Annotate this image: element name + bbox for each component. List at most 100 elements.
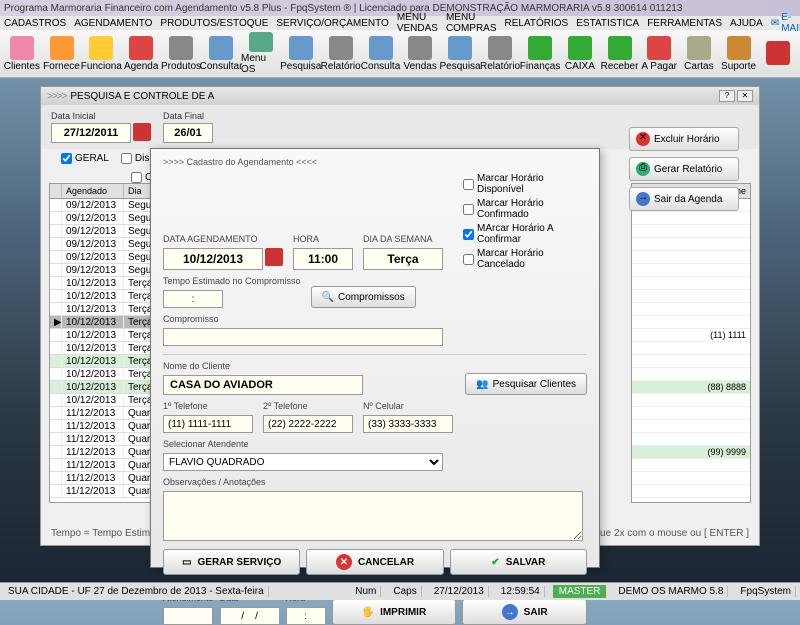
- toolbar-relatório[interactable]: Relatório: [321, 32, 361, 75]
- data2-input[interactable]: [220, 607, 280, 625]
- tel1-input[interactable]: [163, 415, 253, 433]
- phone-cell[interactable]: [632, 251, 750, 264]
- toolbar-vendas[interactable]: Vendas: [400, 32, 440, 75]
- toolbar-clientes[interactable]: Clientes: [2, 32, 42, 75]
- toolbar-cartas[interactable]: Cartas: [679, 32, 719, 75]
- toolbar-exit[interactable]: [758, 32, 798, 75]
- data-inicial-input[interactable]: [51, 123, 131, 143]
- toolbar-relatório[interactable]: Relatório: [480, 32, 520, 75]
- app-title: Programa Marmoraria Financeiro com Agend…: [4, 3, 682, 14]
- calendar-icon[interactable]: [133, 123, 151, 141]
- phone-cell[interactable]: [632, 316, 750, 329]
- people-icon: 👥: [476, 379, 488, 390]
- email-link[interactable]: ✉ E-MAIL: [771, 12, 800, 34]
- phone-cell[interactable]: [632, 342, 750, 355]
- toolbar-consultar[interactable]: Consultar: [201, 32, 241, 75]
- toolbar-produtos[interactable]: Produtos: [161, 32, 201, 75]
- toolbar-consulta[interactable]: Consulta: [361, 32, 401, 75]
- toolbar-finanças[interactable]: Finanças: [520, 32, 560, 75]
- menu-compras[interactable]: MENU COMPRAS: [446, 12, 497, 34]
- menu-vendas[interactable]: MENU VENDAS: [397, 12, 438, 34]
- chk-marcar-cancelado[interactable]: Marcar Horário Cancelado: [463, 248, 587, 270]
- observacoes-input[interactable]: [163, 491, 583, 541]
- menu-cadastros[interactable]: CADASTROS: [4, 18, 66, 29]
- toolbar-agenda[interactable]: Agenda: [121, 32, 161, 75]
- toolbar-suporte[interactable]: Suporte: [719, 32, 759, 75]
- salvar-button[interactable]: ✔SALVAR: [450, 549, 587, 575]
- menu-relatorios[interactable]: RELATÓRIOS: [505, 18, 569, 29]
- data-final-input[interactable]: [163, 123, 213, 143]
- hora-input[interactable]: [293, 248, 353, 270]
- phone-cell[interactable]: (11) 1111: [632, 329, 750, 342]
- menu-produtos[interactable]: PRODUTOS/ESTOQUE: [160, 18, 268, 29]
- excluir-horario-button[interactable]: ✕Excluir Horário: [629, 127, 739, 151]
- phone-cell[interactable]: (88) 8888: [632, 381, 750, 394]
- phone-cell[interactable]: [632, 420, 750, 433]
- close-icon[interactable]: ✕: [737, 90, 753, 102]
- toolbar-fornece[interactable]: Fornece: [42, 32, 82, 75]
- tempo-input[interactable]: [163, 290, 223, 308]
- toolbar-receber[interactable]: Receber: [600, 32, 640, 75]
- phone-cell[interactable]: [632, 238, 750, 251]
- toolbar-caixa[interactable]: CAIXA: [560, 32, 600, 75]
- menu-ferramentas[interactable]: FERRAMENTAS: [647, 18, 722, 29]
- toolbar-funciona[interactable]: Funciona: [81, 32, 121, 75]
- phone-cell[interactable]: [632, 433, 750, 446]
- phone-cell[interactable]: [632, 290, 750, 303]
- phone-cell[interactable]: (99) 9999: [632, 446, 750, 459]
- menu-ajuda[interactable]: AJUDA: [730, 18, 763, 29]
- chk-geral[interactable]: GERAL: [61, 153, 109, 164]
- data-agend-input[interactable]: [163, 248, 263, 270]
- nome-cliente-input[interactable]: [163, 375, 363, 395]
- check-icon: ✔: [491, 557, 499, 568]
- phone-cell[interactable]: [632, 498, 750, 511]
- help-icon[interactable]: ?: [719, 90, 735, 102]
- data-inicial-label: Data Inicial: [51, 111, 151, 121]
- phone-cell[interactable]: [632, 459, 750, 472]
- dia-input: [363, 248, 443, 270]
- compromissos-button[interactable]: 🔍Compromissos: [311, 286, 416, 308]
- phone-cell[interactable]: [632, 368, 750, 381]
- phone-cell[interactable]: [632, 225, 750, 238]
- chk-marcar-confirmado[interactable]: Marcar Horário Confirmado: [463, 198, 587, 220]
- status-time: 12:59:54: [497, 586, 545, 597]
- search-icon: 🔍: [322, 292, 334, 303]
- chk-marcar-aconfirmar[interactable]: MArcar Horário A Confirmar: [463, 223, 587, 245]
- status-master: MASTER: [553, 585, 607, 598]
- phone-cell[interactable]: [632, 407, 750, 420]
- sair-agenda-button[interactable]: →Sair da Agenda: [629, 187, 739, 211]
- phone-cell[interactable]: [632, 264, 750, 277]
- phone-cell[interactable]: [632, 303, 750, 316]
- cancelar-button[interactable]: ✕CANCELAR: [306, 549, 443, 575]
- calendar-icon[interactable]: [265, 248, 283, 266]
- menu-estatistica[interactable]: ESTATISTICA: [576, 18, 639, 29]
- modal-title: >>>> Cadastro do Agendamento <<<<: [163, 157, 587, 167]
- tel2-input[interactable]: [263, 415, 353, 433]
- tempo-label: Tempo Estimado no Compromisso: [163, 276, 301, 286]
- menu-servico[interactable]: SERVIÇO/ORÇAMENTO: [276, 18, 388, 29]
- pesquisar-clientes-button[interactable]: 👥Pesquisar Clientes: [465, 373, 587, 395]
- toolbar-pesquisa[interactable]: Pesquisa: [440, 32, 480, 75]
- sair-button[interactable]: →SAIR: [462, 599, 587, 625]
- phone-grid[interactable]: Telefone (11) 1111(88) 8888(99) 9999: [631, 183, 751, 503]
- gerar-relatorio-button[interactable]: ⎙Gerar Relatório: [629, 157, 739, 181]
- compromisso-input[interactable]: [163, 328, 443, 346]
- phone-cell[interactable]: [632, 394, 750, 407]
- atendente-select[interactable]: FLAVIO QUADRADO: [163, 453, 443, 471]
- phone-cell[interactable]: [632, 212, 750, 225]
- phone-cell[interactable]: [632, 472, 750, 485]
- toolbar-menu os[interactable]: Menu OS: [241, 32, 281, 75]
- imprimir-button[interactable]: 🖐IMPRIMIR: [332, 599, 457, 625]
- toolbar-pesquisa[interactable]: Pesquisa: [281, 32, 321, 75]
- atend-num-input[interactable]: [163, 607, 213, 625]
- cel-input[interactable]: [363, 415, 453, 433]
- hora2-input[interactable]: [286, 607, 326, 625]
- phone-cell[interactable]: [632, 485, 750, 498]
- chk-marcar-disponivel[interactable]: Marcar Horário Disponível: [463, 173, 587, 195]
- phone-cell[interactable]: [632, 277, 750, 290]
- tel1-label: 1º Telefone: [163, 401, 253, 411]
- toolbar-a pagar[interactable]: A Pagar: [639, 32, 679, 75]
- menu-agendamento[interactable]: AGENDAMENTO: [74, 18, 152, 29]
- phone-cell[interactable]: [632, 355, 750, 368]
- gerar-servico-button[interactable]: ▭GERAR SERVIÇO: [163, 549, 300, 575]
